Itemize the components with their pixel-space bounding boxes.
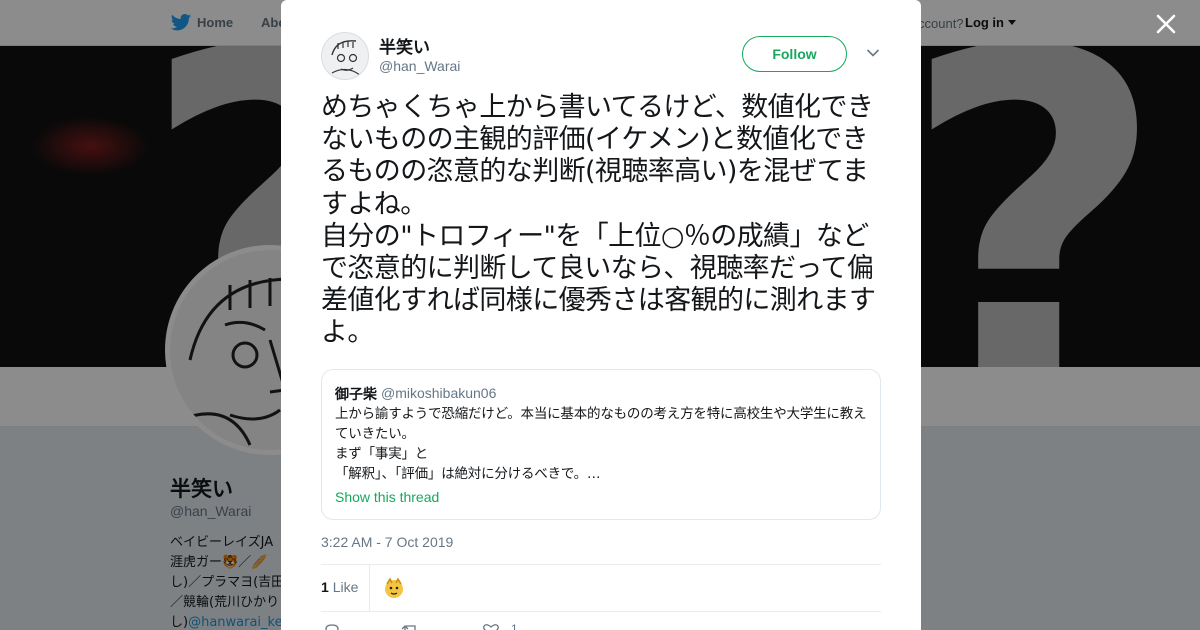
show-thread-link[interactable]: Show this thread bbox=[335, 489, 439, 505]
heart-icon[interactable] bbox=[482, 623, 500, 630]
quoted-tweet[interactable]: 御子柴 @mikoshibakun06 上から諭すようで恐縮だけど。本当に基本的… bbox=[321, 369, 881, 520]
divider bbox=[321, 564, 881, 565]
quoted-author-handle: @mikoshibakun06 bbox=[381, 385, 497, 401]
close-icon[interactable] bbox=[1153, 11, 1179, 37]
retweet-icon[interactable] bbox=[401, 623, 419, 630]
likes-count: 1 bbox=[321, 579, 329, 595]
author-name[interactable]: 半笑い bbox=[379, 33, 430, 58]
follow-button[interactable]: Follow bbox=[742, 36, 847, 72]
chevron-down-icon[interactable] bbox=[866, 48, 880, 58]
likes-label: Like bbox=[332, 579, 359, 595]
tweet-timestamp[interactable]: 3:22 AM - 7 Oct 2019 bbox=[321, 534, 453, 550]
author-handle[interactable]: @han_Warai bbox=[379, 58, 460, 74]
tweet-text: めちゃくちゃ上から書いてるけど、数値化できないものの主観的評価(イケメン)と数値… bbox=[321, 92, 876, 349]
avatar-sketch bbox=[331, 40, 361, 76]
tweet-modal: 半笑い @han_Warai Follow めちゃくちゃ上から書いてるけど、数値… bbox=[281, 0, 921, 630]
reply-icon[interactable] bbox=[323, 623, 341, 630]
like-action-count: 1 bbox=[511, 622, 518, 630]
divider bbox=[369, 565, 370, 611]
divider bbox=[321, 611, 881, 612]
quoted-author-name: 御子柴 bbox=[335, 387, 377, 403]
author-avatar[interactable] bbox=[321, 32, 369, 80]
quoted-text: 上から諭すようで恐縮だけど。本当に基本的なものの考え方を特に高校生や大学生に教え… bbox=[335, 406, 867, 482]
likes-stat[interactable]: 1 Like bbox=[321, 579, 358, 595]
liker-avatar-icon[interactable] bbox=[382, 576, 406, 600]
